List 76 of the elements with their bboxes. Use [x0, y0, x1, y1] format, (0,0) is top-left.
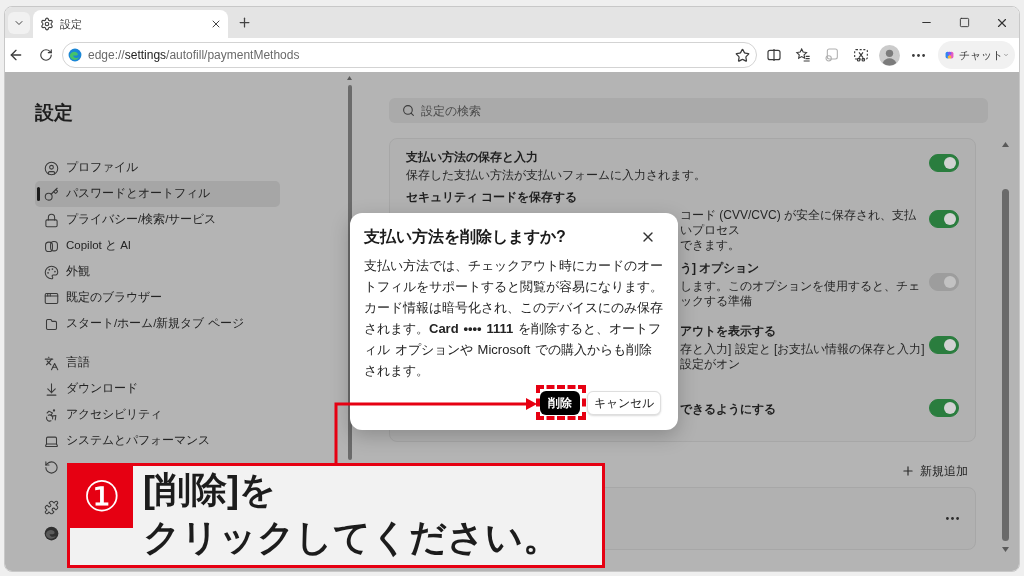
- chat-button[interactable]: チャット: [938, 41, 1015, 69]
- refresh-icon: [39, 48, 53, 62]
- sidebar-item[interactable]: プロファイル: [35, 155, 280, 181]
- callout-text: [削除]を: [143, 468, 277, 512]
- scroll-up-icon[interactable]: [347, 76, 352, 80]
- browser-window-icon: [44, 290, 59, 306]
- palette-icon: [44, 264, 59, 280]
- tab-list-button[interactable]: [8, 11, 30, 34]
- setting-title: アウトを表示する: [680, 323, 776, 338]
- star-list-icon: [794, 47, 811, 63]
- scroll-down-icon[interactable]: [1002, 547, 1009, 552]
- close-icon: [210, 18, 222, 30]
- dialog-message: 支払い方法では、チェックアウト時にカードのオートフィルをサポートすると閲覧が容易になります。カード情報は暗号化され、このデバイスにのみ保存されます。Card •••• 1111 を削除すると、オートフィル オプションや Microsoft での購入からも削除されます。: [364, 257, 664, 380]
- reset-icon: [44, 459, 59, 475]
- back-icon: [8, 47, 24, 63]
- more-icon: [945, 517, 959, 520]
- app-page-icon: [823, 47, 840, 63]
- scroll-up-icon[interactable]: [1002, 142, 1009, 147]
- dashed-highlight-frame: [536, 385, 586, 420]
- cancel-button[interactable]: キャンセル: [587, 391, 661, 415]
- avatar-icon: [879, 44, 900, 66]
- key-icon: [44, 186, 59, 202]
- delete-button[interactable]: 削除: [540, 391, 580, 415]
- setting-title: う] オプション: [680, 260, 760, 275]
- split-screen-icon: [765, 47, 782, 63]
- setting-description: します。このオプションを使用すると、チェックする準備: [680, 278, 921, 309]
- sidebar-item[interactable]: 言語: [35, 350, 280, 376]
- maximize-icon: [958, 17, 970, 28]
- laptop-icon: [44, 433, 59, 449]
- swirl-logo-icon: [68, 48, 82, 62]
- toggle-switch[interactable]: [929, 398, 959, 417]
- add-new-button[interactable]: 新規追加: [901, 459, 968, 483]
- lock-icon: [44, 212, 59, 228]
- toggle-switch[interactable]: [929, 154, 959, 172]
- step-badge: ①: [70, 466, 133, 528]
- sidebar-item[interactable]: 既定のブラウザー: [35, 285, 280, 311]
- setting-description: コード (CVV/CVC) が安全に保存され、支払いプロセス: [680, 208, 917, 238]
- browser-tab[interactable]: 設定: [33, 10, 228, 38]
- star-icon[interactable]: [735, 47, 750, 63]
- plus-icon: [236, 15, 252, 30]
- plus-icon: [901, 464, 915, 478]
- setting-title: セキュリティ コードを保存する: [406, 190, 578, 204]
- overlap-shapes-icon: [44, 238, 59, 254]
- sidebar-item[interactable]: スタート/ホーム/新規タブ ページ: [35, 311, 280, 337]
- setting-title: できるようにする: [680, 401, 776, 416]
- toggle-switch[interactable]: [929, 209, 959, 228]
- setting-title: 支払い方法の保存と入力: [406, 149, 538, 164]
- sidebar-item[interactable]: ダウンロード: [35, 376, 280, 402]
- dashed-square-icon: [852, 47, 869, 63]
- callout-text: クリックしてください。: [143, 516, 560, 560]
- setting-description: 保存した支払い方法が支払いフォームに入力されます。: [406, 167, 707, 183]
- accessibility-icon: [44, 407, 59, 423]
- sidebar-title: 設定: [35, 101, 73, 125]
- language-icon: [44, 355, 59, 371]
- toggle-switch[interactable]: [929, 335, 959, 354]
- search-icon: [402, 104, 415, 117]
- profile-icon: [44, 160, 59, 176]
- sidebar-item[interactable]: プライバシー/検索/サービス: [35, 207, 280, 233]
- sidebar-item[interactable]: システムとパフォーマンス: [35, 428, 280, 454]
- scrollbar-thumb[interactable]: [1002, 189, 1009, 541]
- more-icon: [912, 53, 925, 57]
- sidebar-item[interactable]: パスワードとオートフィル: [35, 181, 280, 207]
- setting-description: できます。: [680, 238, 741, 253]
- sidebar-item[interactable]: Copilot と AI: [35, 233, 280, 259]
- swirl-logo-icon: [44, 525, 59, 541]
- setting-description: 存と入力] 設定と [お支払い情報の保存と入力] 設定がオン: [680, 341, 926, 372]
- sidebar-item[interactable]: 外観: [35, 259, 280, 285]
- download-icon: [44, 381, 59, 397]
- sidebar-item[interactable]: アクセシビリティ: [35, 402, 280, 428]
- dialog-title: 支払い方法を削除しますか?: [364, 227, 566, 247]
- puzzle-icon: [44, 499, 59, 515]
- search-field[interactable]: 設定の検索: [389, 98, 988, 123]
- page-tab-icon: [44, 316, 59, 332]
- settings-icon: [40, 17, 54, 31]
- tab-title: 設定: [60, 16, 82, 32]
- url-text: edge://settings/autofill/paymentMethods: [88, 47, 300, 64]
